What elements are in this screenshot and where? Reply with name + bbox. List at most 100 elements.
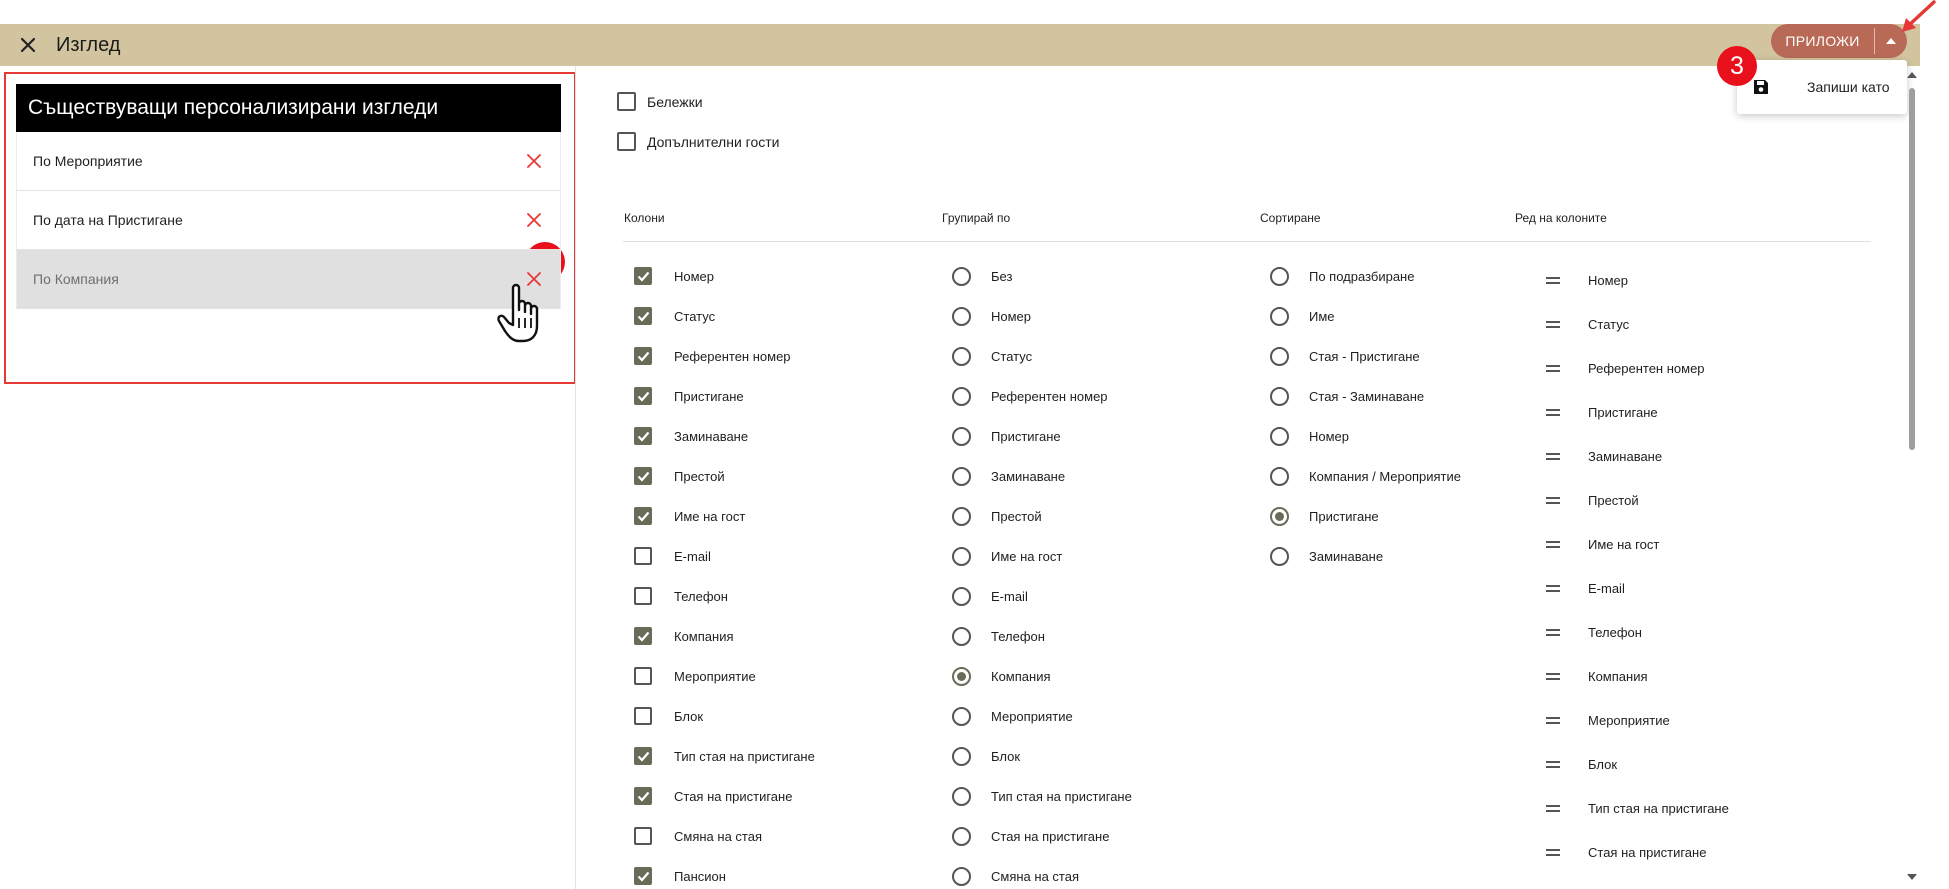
column-order-item[interactable]: Престой	[1536, 478, 1729, 522]
column-checkbox[interactable]: Референтен номер	[634, 336, 815, 376]
delete-view-button[interactable]	[524, 210, 544, 230]
column-order-item[interactable]: Стая на пристигане	[1536, 830, 1729, 874]
column-order-item[interactable]: Име на гост	[1536, 522, 1729, 566]
column-checkbox[interactable]: Статус	[634, 296, 815, 336]
custom-view-item[interactable]: По Мероприятие	[16, 132, 561, 191]
column-checkbox[interactable]: Тип стая на пристигане	[634, 736, 815, 776]
group-by-option[interactable]: Компания	[952, 656, 1132, 696]
group-by-option[interactable]: Заминаване	[952, 456, 1132, 496]
column-label: Име на гост	[674, 508, 746, 524]
custom-views-card: Съществуващи персонализирани изгледи По …	[16, 84, 561, 309]
column-order-item[interactable]: Мероприятие	[1536, 698, 1729, 742]
checkbox-box	[634, 667, 652, 685]
column-checkbox[interactable]: Блок	[634, 696, 815, 736]
custom-view-item[interactable]: По дата на Пристигане	[16, 191, 561, 250]
drag-handle-icon[interactable]	[1546, 760, 1560, 768]
column-order-item[interactable]: E-mail	[1536, 566, 1729, 610]
checkbox-box	[634, 587, 652, 605]
sort-option[interactable]: Пристигане	[1270, 496, 1461, 536]
group-by-option[interactable]: E-mail	[952, 576, 1132, 616]
drag-handle-icon[interactable]	[1546, 628, 1560, 636]
drag-handle-icon[interactable]	[1546, 276, 1560, 284]
custom-view-item[interactable]: По Компания	[16, 250, 561, 309]
sort-option[interactable]: По подразбиране	[1270, 256, 1461, 296]
page-title: Изглед	[56, 33, 121, 56]
column-order-label: Заминаване	[1588, 448, 1663, 464]
group-by-option[interactable]: Телефон	[952, 616, 1132, 656]
sort-option[interactable]: Заминаване	[1270, 536, 1461, 576]
sort-option-label: По подразбиране	[1309, 268, 1415, 284]
group-by-option[interactable]: Номер	[952, 296, 1132, 336]
group-by-option[interactable]: Блок	[952, 736, 1132, 776]
group-by-option-label: Статус	[991, 348, 1033, 364]
column-order-item[interactable]: Заминаване	[1536, 434, 1729, 478]
check-icon	[637, 791, 649, 802]
column-checkbox[interactable]: Престой	[634, 456, 815, 496]
column-checkbox[interactable]: Номер	[634, 256, 815, 296]
column-order-item[interactable]: Смяна на стая	[1536, 874, 1729, 889]
column-order-item[interactable]: Референтен номер	[1536, 346, 1729, 390]
check-icon	[637, 511, 649, 522]
drag-handle-icon[interactable]	[1546, 496, 1560, 504]
scrollbar[interactable]	[1905, 66, 1919, 889]
column-checkbox[interactable]: Пансион	[634, 856, 815, 889]
group-by-option-label: Стая на пристигане	[991, 828, 1110, 844]
column-checkbox[interactable]: E-mail	[634, 536, 815, 576]
group-by-option-label: Заминаване	[991, 468, 1066, 484]
group-by-option[interactable]: Тип стая на пристигане	[952, 776, 1132, 816]
drag-handle-icon[interactable]	[1546, 320, 1560, 328]
column-order-label: Тип стая на пристигане	[1588, 800, 1729, 816]
column-order-item[interactable]: Компания	[1536, 654, 1729, 698]
column-order-item[interactable]: Телефон	[1536, 610, 1729, 654]
column-checkbox[interactable]: Име на гост	[634, 496, 815, 536]
sort-option[interactable]: Номер	[1270, 416, 1461, 456]
delete-view-button[interactable]	[524, 151, 544, 171]
drag-handle-icon[interactable]	[1546, 364, 1560, 372]
column-checkbox[interactable]: Мероприятие	[634, 656, 815, 696]
scrollbar-thumb[interactable]	[1909, 88, 1915, 450]
group-by-option[interactable]: Мероприятие	[952, 696, 1132, 736]
columns-list: Номер Статус Референтен номер Пристигане Зам…	[634, 256, 815, 889]
group-by-option[interactable]: Стая на пристигане	[952, 816, 1132, 856]
group-by-option[interactable]: Смяна на стая	[952, 856, 1132, 889]
group-by-option[interactable]: Пристигане	[952, 416, 1132, 456]
scroll-up-icon[interactable]	[1907, 72, 1917, 78]
highlight-frame: Съществуващи персонализирани изгледи По …	[4, 72, 576, 384]
drag-handle-icon[interactable]	[1546, 452, 1560, 460]
column-checkbox[interactable]: Стая на пристигане	[634, 776, 815, 816]
group-by-option[interactable]: Статус	[952, 336, 1132, 376]
column-checkbox[interactable]: Смяна на стая	[634, 816, 815, 856]
drag-handle-icon[interactable]	[1546, 672, 1560, 680]
close-button[interactable]	[0, 24, 56, 66]
column-order-item[interactable]: Номер	[1536, 258, 1729, 302]
drag-handle-icon[interactable]	[1546, 584, 1560, 592]
drag-handle-icon[interactable]	[1546, 716, 1560, 724]
close-icon	[20, 37, 36, 53]
scroll-down-icon[interactable]	[1907, 874, 1917, 880]
column-order-item[interactable]: Пристигане	[1536, 390, 1729, 434]
column-order-item[interactable]: Статус	[1536, 302, 1729, 346]
group-by-option[interactable]: Престой	[952, 496, 1132, 536]
apply-button[interactable]: ПРИЛОЖИ	[1771, 24, 1874, 58]
group-by-option[interactable]: Референтен номер	[952, 376, 1132, 416]
notes-checkbox[interactable]: Бележки	[617, 92, 703, 111]
column-checkbox[interactable]: Компания	[634, 616, 815, 656]
column-checkbox[interactable]: Пристигане	[634, 376, 815, 416]
column-order-item[interactable]: Тип стая на пристигане	[1536, 786, 1729, 830]
save-as-menu-item[interactable]: Запиши като	[1807, 79, 1890, 95]
sort-option[interactable]: Име	[1270, 296, 1461, 336]
sort-option[interactable]: Стая - Пристигане	[1270, 336, 1461, 376]
drag-handle-icon[interactable]	[1546, 804, 1560, 812]
column-checkbox[interactable]: Заминаване	[634, 416, 815, 456]
drag-handle-icon[interactable]	[1546, 540, 1560, 548]
sort-option[interactable]: Компания / Мероприятие	[1270, 456, 1461, 496]
group-by-option[interactable]: Име на гост	[952, 536, 1132, 576]
column-checkbox[interactable]: Телефон	[634, 576, 815, 616]
column-order-item[interactable]: Блок	[1536, 742, 1729, 786]
sort-option[interactable]: Стая - Заминаване	[1270, 376, 1461, 416]
checkbox-box	[634, 867, 652, 885]
drag-handle-icon[interactable]	[1546, 408, 1560, 416]
extra-guests-checkbox[interactable]: Допълнителни гости	[617, 132, 779, 151]
drag-handle-icon[interactable]	[1546, 848, 1560, 856]
group-by-option[interactable]: Без	[952, 256, 1132, 296]
